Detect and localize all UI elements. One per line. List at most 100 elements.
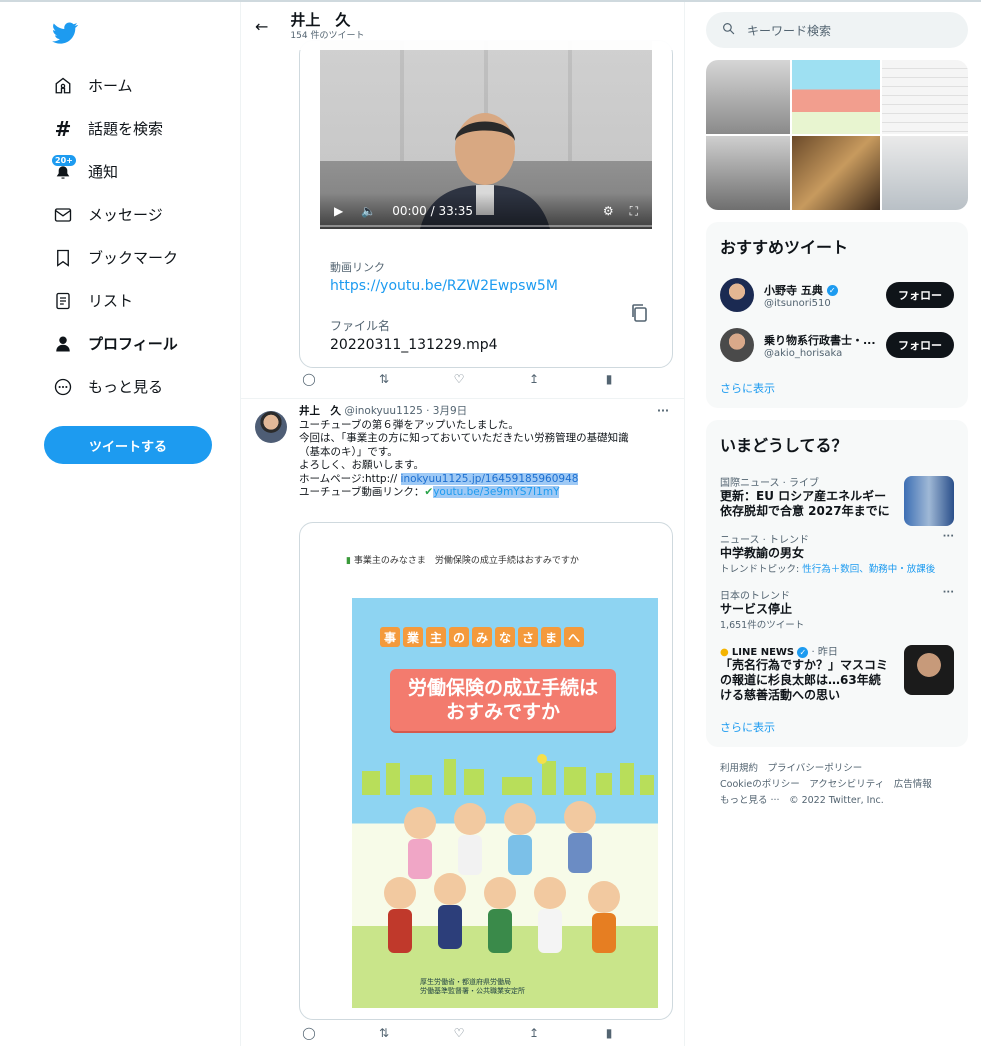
media-thumb[interactable] <box>792 60 880 134</box>
search-placeholder: キーワード検索 <box>747 23 832 38</box>
share-icon[interactable]: ↥ <box>524 1026 544 1040</box>
tweet-image[interactable]: ▮ 事業主のみなさま 労働保険の成立手続はおすみですか 事 業 主 の み な … <box>299 522 673 1020</box>
copy-icon[interactable] <box>630 303 648 323</box>
nav-profile[interactable]: プロフィール <box>40 322 230 365</box>
share-icon[interactable]: ↥ <box>524 372 544 386</box>
tweet-text-line: （基本のキ）」です。 <box>299 445 398 458</box>
video-progress-bar[interactable] <box>320 225 652 227</box>
video-time: 00:00 / 33:35 <box>392 204 474 218</box>
nav-explore[interactable]: # 話題を検索 <box>40 107 230 150</box>
video-player[interactable]: ▶ 🔈 00:00 / 33:35 ⚙ ⛶ <box>320 41 652 229</box>
trend-sub-prefix: トレンドトピック: <box>720 564 803 575</box>
footer-line[interactable]: もっと見る ··· © 2022 Twitter, Inc. <box>720 793 968 809</box>
youtube-link[interactable]: youtu.be/3e9mYS7I1mY <box>433 486 560 498</box>
banner-char: さ <box>518 627 538 647</box>
more-options-icon[interactable]: ··· <box>943 587 954 598</box>
recommended-user[interactable]: 乗り物系行政書士・... @akio_horisaka フォロー <box>720 320 954 370</box>
banner-char: 主 <box>426 627 446 647</box>
nav-home[interactable]: ホーム <box>40 64 230 107</box>
media-grid[interactable] <box>706 60 968 210</box>
hashtag-icon: # <box>54 116 72 141</box>
user-name[interactable]: 小野寺 五典 <box>764 284 823 297</box>
trend-item[interactable]: 国際ニュース · ライブ 更新：EU ロシア産エネルギー依存脱却で合意 2027… <box>720 468 954 526</box>
footer-line[interactable]: Cookieのポリシー アクセシビリティ 広告情報 <box>720 777 968 793</box>
follow-button[interactable]: フォロー <box>886 332 954 358</box>
user-name[interactable]: 乗り物系行政書士・... <box>764 332 886 348</box>
trend-item[interactable]: ニュース · トレンド 中学教諭の男女 トレンドトピック: 性行為＋数回、勤務中… <box>720 525 954 581</box>
avatar[interactable] <box>720 328 754 362</box>
like-icon[interactable]: ♡ <box>449 372 469 386</box>
verified-icon: ✓ <box>797 646 809 658</box>
more-icon <box>52 376 74 398</box>
homepage-link[interactable]: inokyuu1125.jp/164591859609​48 <box>400 472 579 485</box>
more-options-icon[interactable]: ··· <box>943 531 954 542</box>
video-card[interactable]: ▶ 🔈 00:00 / 33:35 ⚙ ⛶ 動画リンク https://yout… <box>299 40 673 368</box>
media-thumb[interactable] <box>792 136 880 210</box>
trend-title: サービス停止 <box>720 602 793 616</box>
line-news-icon: ● <box>720 647 729 658</box>
analytics-icon[interactable]: ▮ <box>599 1026 619 1040</box>
more-options-icon[interactable]: ··· <box>657 405 669 419</box>
footer-line[interactable]: 利用規約 プライバシーポリシー <box>720 761 968 777</box>
nav-messages-label: メッセージ <box>88 206 163 224</box>
avatar[interactable] <box>255 411 287 443</box>
reply-icon[interactable]: ◯ <box>299 372 319 386</box>
media-thumb[interactable] <box>882 136 968 210</box>
nav-explore-label: 話題を検索 <box>88 120 164 138</box>
banner-char: 事 <box>380 627 400 647</box>
tweet-count: 154 件のツイート <box>290 30 365 41</box>
poster-footer-line1: 厚生労働省・都道府県労働局 <box>420 978 511 986</box>
trend-item[interactable]: ● LINE NEWS ✓ · 昨日 「売名行為ですか？」マスコミの報道に杉良太… <box>720 637 954 709</box>
play-icon[interactable]: ▶ <box>334 204 343 218</box>
trends-panel: いまどうしてる？ 国際ニュース · ライブ 更新：EU ロシア産エネルギー依存脱… <box>706 420 968 747</box>
volume-icon[interactable]: 🔈 <box>361 204 376 218</box>
trend-sub-link[interactable]: 性行為＋数回、勤務中・放課後 <box>802 564 935 575</box>
twitter-logo-icon[interactable] <box>52 20 78 46</box>
tweet-text-line: 今回は、「事業主の方に知っておいていただきたい労務管理の基礎知識 <box>299 432 629 444</box>
media-thumb[interactable] <box>706 60 790 134</box>
tweet-author-name[interactable]: 井上 久 <box>299 405 341 417</box>
home-icon <box>52 75 74 97</box>
tweet2-actions: ◯ ⇅ ♡ ↥ ▮ <box>299 1026 619 1040</box>
search-input[interactable]: キーワード検索 <box>706 12 968 48</box>
poster-headline-line1: 労働保険の成立手続は <box>407 677 598 699</box>
follow-button[interactable]: フォロー <box>886 282 954 308</box>
recommended-user[interactable]: 小野寺 五典 ✓ @itsunori510 フォロー <box>720 270 954 320</box>
nav-notifications[interactable]: 20+ 通知 <box>40 150 230 193</box>
right-sidebar: キーワード検索 おすすめツイート 小野寺 五典 ✓ @itsunori510 フ… <box>706 12 968 809</box>
nav-bookmarks[interactable]: ブックマーク <box>40 236 230 279</box>
timeline: ← 井上 久 154 件のツイート ▶ 🔈 00:00 / 33:35 ⚙ ⛶ <box>240 2 685 1046</box>
nav-messages[interactable]: メッセージ <box>40 193 230 236</box>
trend-subtext: 1,651件のツイート <box>720 620 805 631</box>
fullscreen-icon[interactable]: ⛶ <box>630 204 638 219</box>
retweet-icon[interactable]: ⇅ <box>374 372 394 386</box>
nav-more[interactable]: もっと見る <box>40 365 230 408</box>
trend-thumbnail <box>904 476 954 526</box>
nav-lists[interactable]: リスト <box>40 279 230 322</box>
reply-icon[interactable]: ◯ <box>299 1026 319 1040</box>
back-arrow-icon[interactable]: ← <box>255 17 268 36</box>
user-handle: @akio_horisaka <box>764 347 843 359</box>
list-icon <box>52 290 74 312</box>
tweet-text-line: ユーチューブの第６弾をアップいたしました。 <box>299 418 519 431</box>
tweet-author-handle[interactable]: @inokyuu1125 · 3月9日 <box>344 405 467 417</box>
retweet-icon[interactable]: ⇅ <box>374 1026 394 1040</box>
tweet-button[interactable]: ツイートする <box>44 426 212 464</box>
nav-home-label: ホーム <box>88 77 133 95</box>
trend-item[interactable]: 日本のトレンド サービス停止 1,651件のツイート ··· <box>720 581 954 637</box>
analytics-icon[interactable]: ▮ <box>599 372 619 386</box>
avatar[interactable] <box>720 278 754 312</box>
settings-icon[interactable]: ⚙ <box>603 204 614 219</box>
trend-category: ● LINE NEWS ✓ · 昨日 <box>720 643 892 658</box>
media-thumb[interactable] <box>706 136 790 210</box>
show-more-link[interactable]: さらに表示 <box>720 380 954 396</box>
trend-category: 日本のトレンド <box>720 591 790 602</box>
show-more-link[interactable]: さらに表示 <box>720 719 954 735</box>
like-icon[interactable]: ♡ <box>449 1026 469 1040</box>
video-link[interactable]: https://youtu.be/RZW2Ewpsw5M <box>330 278 558 294</box>
user-info: 乗り物系行政書士・... @akio_horisaka <box>764 332 886 359</box>
media-thumb[interactable] <box>882 60 968 134</box>
file-name: 20220311_131229.mp4 <box>330 337 498 353</box>
poster-headline-line2: おすみですか <box>445 701 560 723</box>
banner-char: の <box>449 627 469 647</box>
